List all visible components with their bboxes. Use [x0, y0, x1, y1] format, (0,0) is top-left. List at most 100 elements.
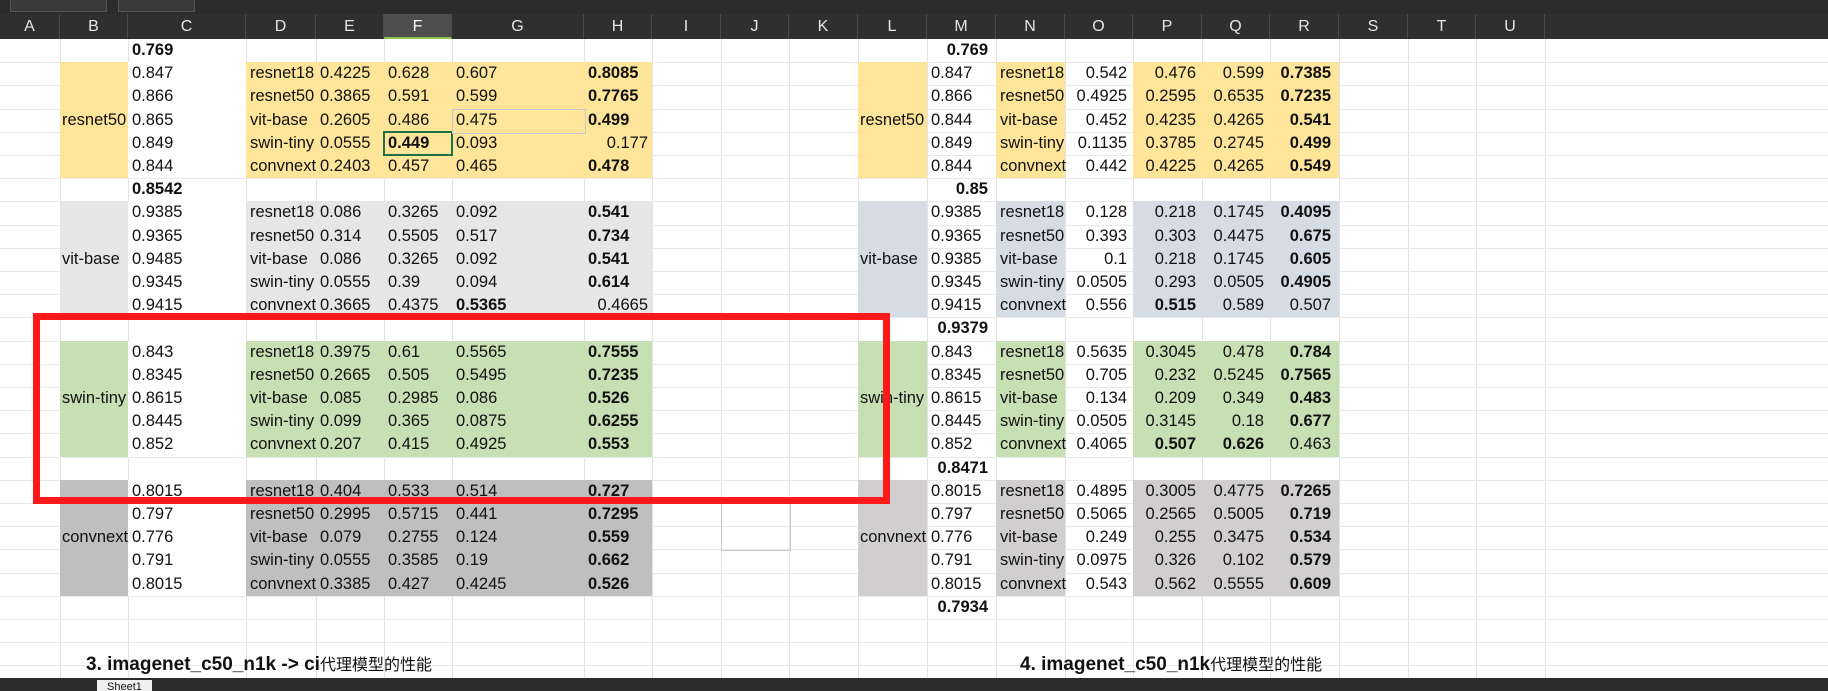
- value-cell[interactable]: 0.094: [456, 271, 588, 294]
- active-cell-outline[interactable]: [383, 131, 453, 156]
- value-cell[interactable]: 0.232: [1133, 364, 1196, 387]
- model-cell[interactable]: vit-base: [250, 526, 320, 549]
- acc-cell[interactable]: 0.8445: [931, 410, 1000, 433]
- value-cell[interactable]: 0.218: [1133, 201, 1196, 224]
- model-cell[interactable]: resnet50: [250, 85, 320, 108]
- value-cell[interactable]: 0.293: [1133, 271, 1196, 294]
- group-label[interactable]: vit-base: [62, 248, 130, 271]
- acc-cell[interactable]: 0.9365: [132, 225, 250, 248]
- acc-cell[interactable]: 0.776: [132, 526, 250, 549]
- acc-cell[interactable]: 0.865: [132, 109, 250, 132]
- value-cell[interactable]: 0.3475: [1202, 526, 1264, 549]
- value-cell[interactable]: 0.4225: [1133, 155, 1196, 178]
- model-cell[interactable]: swin-tiny: [1000, 271, 1069, 294]
- model-cell[interactable]: convnext: [1000, 155, 1069, 178]
- acc-cell[interactable]: 0.8345: [931, 364, 1000, 387]
- result-cell[interactable]: 0.7265: [1270, 480, 1331, 503]
- value-cell[interactable]: 0.093: [456, 132, 588, 155]
- acc-cell[interactable]: 0.844: [931, 109, 1000, 132]
- result-cell[interactable]: 0.177: [588, 132, 648, 155]
- model-cell[interactable]: vit-base: [1000, 248, 1069, 271]
- value-cell[interactable]: 0.542: [1065, 62, 1127, 85]
- result-cell[interactable]: 0.463: [1270, 433, 1331, 456]
- result-cell[interactable]: 0.734: [588, 225, 648, 248]
- column-header-c[interactable]: C: [128, 14, 246, 39]
- model-cell[interactable]: convnext: [1000, 573, 1069, 596]
- value-cell[interactable]: 0.4235: [1133, 109, 1196, 132]
- column-header-m[interactable]: M: [927, 14, 996, 39]
- result-cell[interactable]: 0.541: [588, 248, 648, 271]
- section-note[interactable]: 4. imagenet_c50_n1k代理模型的性能: [1020, 651, 1322, 676]
- model-cell[interactable]: convnext: [250, 155, 320, 178]
- window-tab[interactable]: [10, 0, 107, 12]
- result-cell[interactable]: 0.541: [1270, 109, 1331, 132]
- value-cell[interactable]: 0.326: [1133, 549, 1196, 572]
- group-label[interactable]: resnet50: [860, 109, 929, 132]
- result-cell[interactable]: 0.507: [1270, 294, 1331, 317]
- model-cell[interactable]: convnext: [1000, 433, 1069, 456]
- column-header-b[interactable]: B: [60, 14, 128, 39]
- result-cell[interactable]: 0.7385: [1270, 62, 1331, 85]
- group-label[interactable]: resnet50: [62, 109, 130, 132]
- result-cell[interactable]: 0.605: [1270, 248, 1331, 271]
- value-cell[interactable]: 0.5715: [388, 503, 456, 526]
- acc-cell[interactable]: 0.791: [132, 549, 250, 572]
- value-cell[interactable]: 0.1745: [1202, 248, 1264, 271]
- column-header-e[interactable]: E: [316, 14, 384, 39]
- acc-cell[interactable]: 0.866: [931, 85, 1000, 108]
- result-cell[interactable]: 0.499: [1270, 132, 1331, 155]
- value-cell[interactable]: 0.3385: [320, 573, 388, 596]
- value-cell[interactable]: 0.442: [1065, 155, 1127, 178]
- value-cell[interactable]: 0.1: [1065, 248, 1127, 271]
- value-cell[interactable]: 0.2565: [1133, 503, 1196, 526]
- result-cell[interactable]: 0.7565: [1270, 364, 1331, 387]
- model-cell[interactable]: resnet18: [1000, 62, 1069, 85]
- result-cell[interactable]: 0.549: [1270, 155, 1331, 178]
- acc-cell[interactable]: 0.9345: [931, 271, 1000, 294]
- acc-cell[interactable]: 0.9385: [931, 248, 1000, 271]
- value-cell[interactable]: 0.452: [1065, 109, 1127, 132]
- acc-cell[interactable]: 0.791: [931, 549, 1000, 572]
- value-cell[interactable]: 0.3265: [388, 248, 456, 271]
- value-cell[interactable]: 0.3785: [1133, 132, 1196, 155]
- value-cell[interactable]: 0.589: [1202, 294, 1264, 317]
- acc-cell[interactable]: 0.844: [931, 155, 1000, 178]
- value-cell[interactable]: 0.5635: [1065, 341, 1127, 364]
- value-cell[interactable]: 0.349: [1202, 387, 1264, 410]
- column-header-q[interactable]: Q: [1202, 14, 1270, 39]
- value-cell[interactable]: 0.086: [320, 248, 388, 271]
- value-cell[interactable]: 0.457: [388, 155, 456, 178]
- block-header[interactable]: 0.9379: [927, 317, 988, 340]
- model-cell[interactable]: resnet18: [1000, 341, 1069, 364]
- value-cell[interactable]: 0.4265: [1202, 109, 1264, 132]
- column-header-g[interactable]: G: [452, 14, 584, 39]
- result-cell[interactable]: 0.675: [1270, 225, 1331, 248]
- value-cell[interactable]: 0.3045: [1133, 341, 1196, 364]
- acc-cell[interactable]: 0.9385: [931, 201, 1000, 224]
- result-cell[interactable]: 0.4095: [1270, 201, 1331, 224]
- model-cell[interactable]: resnet50: [250, 225, 320, 248]
- model-cell[interactable]: vit-base: [250, 248, 320, 271]
- value-cell[interactable]: 0.1135: [1065, 132, 1127, 155]
- value-cell[interactable]: 0.0555: [320, 132, 388, 155]
- value-cell[interactable]: 0.599: [1202, 62, 1264, 85]
- value-cell[interactable]: 0.4225: [320, 62, 388, 85]
- value-cell[interactable]: 0.0975: [1065, 549, 1127, 572]
- acc-cell[interactable]: 0.8015: [931, 573, 1000, 596]
- value-cell[interactable]: 0.134: [1065, 387, 1127, 410]
- result-cell[interactable]: 0.534: [1270, 526, 1331, 549]
- value-cell[interactable]: 0.18: [1202, 410, 1264, 433]
- result-cell[interactable]: 0.7235: [1270, 85, 1331, 108]
- column-header-h[interactable]: H: [584, 14, 652, 39]
- model-cell[interactable]: convnext: [1000, 294, 1069, 317]
- window-tab[interactable]: [118, 0, 195, 12]
- value-cell[interactable]: 0.314: [320, 225, 388, 248]
- result-cell[interactable]: 0.541: [588, 201, 648, 224]
- value-cell[interactable]: 0.3005: [1133, 480, 1196, 503]
- value-cell[interactable]: 0.465: [456, 155, 588, 178]
- value-cell[interactable]: 0.0505: [1202, 271, 1264, 294]
- result-cell[interactable]: 0.526: [588, 573, 648, 596]
- value-cell[interactable]: 0.5505: [388, 225, 456, 248]
- section-note[interactable]: 3. imagenet_c50_n1k -> ci代理模型的性能: [86, 651, 432, 676]
- model-cell[interactable]: swin-tiny: [250, 132, 320, 155]
